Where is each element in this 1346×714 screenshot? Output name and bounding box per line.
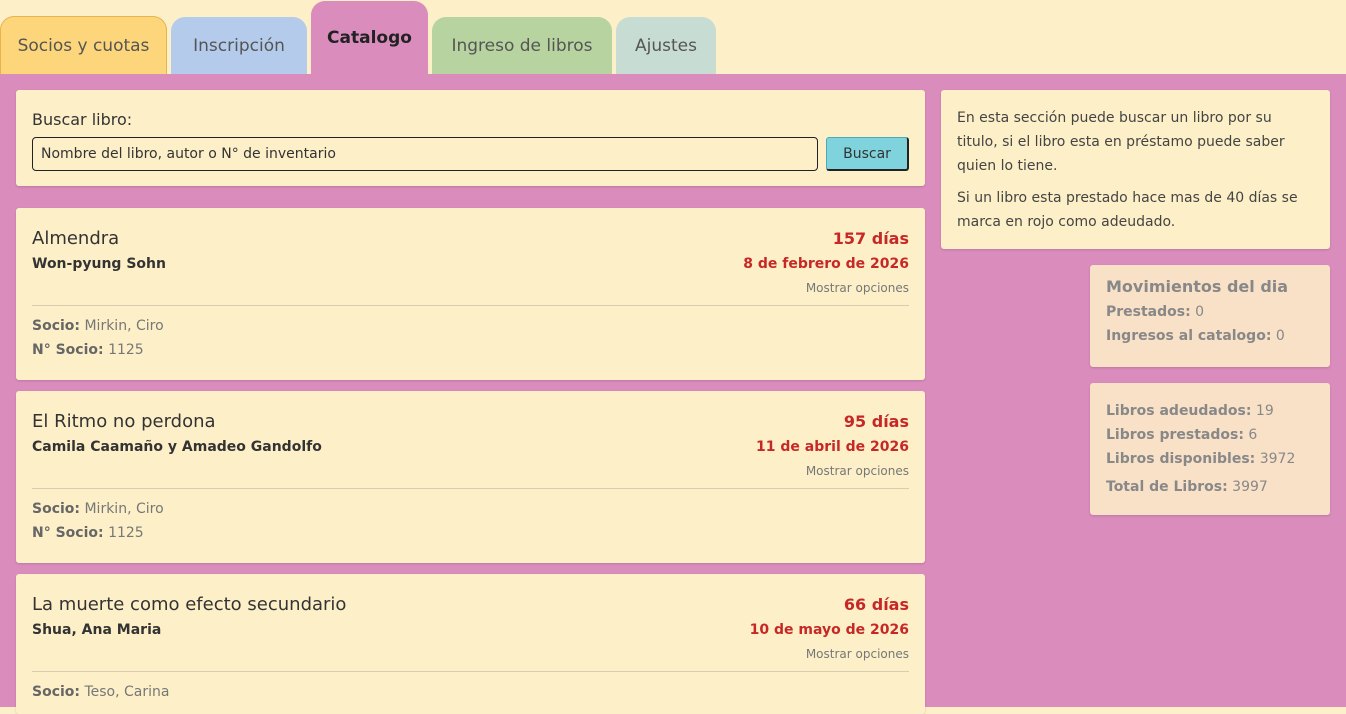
- stat-label: Ingresos al catalogo:: [1106, 328, 1272, 344]
- book-author: Won-pyung Sohn: [32, 256, 166, 272]
- show-options-link[interactable]: Mostrar opciones: [806, 647, 909, 661]
- tab-socios-y-cuotas[interactable]: Socios y cuotas: [0, 16, 167, 74]
- info-card: En esta sección puede buscar un libro po…: [941, 90, 1330, 249]
- stat-ingresos: Ingresos al catalogo: 0: [1106, 324, 1314, 348]
- search-button[interactable]: Buscar: [826, 137, 909, 171]
- tab-catalogo[interactable]: Catalogo: [311, 1, 428, 76]
- stat-label: Total de Libros:: [1106, 479, 1228, 495]
- book-card: Almendra Won-pyung Sohn 157 días 8 de fe…: [16, 208, 925, 380]
- show-options-link[interactable]: Mostrar opciones: [806, 464, 909, 478]
- book-author: Shua, Ana Maria: [32, 622, 162, 638]
- stat-label: Prestados:: [1106, 304, 1191, 320]
- totals-card: Libros adeudados: 19 Libros prestados: 6…: [1090, 383, 1330, 515]
- divider: [32, 305, 909, 306]
- search-label: Buscar libro:: [32, 110, 133, 129]
- socio-value: Teso, Carina: [84, 684, 170, 700]
- stat-label: Libros adeudados:: [1106, 403, 1252, 419]
- stat-value: 0: [1195, 304, 1205, 320]
- stat-prestados: Prestados: 0: [1106, 300, 1314, 324]
- divider: [32, 671, 909, 672]
- stat-total: Total de Libros: 3997: [1106, 475, 1314, 499]
- stat-value: 6: [1248, 427, 1258, 443]
- socio-label: Socio:: [32, 501, 81, 517]
- book-days-overdue: 157 días: [832, 229, 909, 248]
- nsocio-label: N° Socio:: [32, 342, 104, 358]
- stat-label: Libros disponibles:: [1106, 451, 1256, 467]
- book-due-date: 10 de mayo de 2026: [749, 622, 909, 638]
- daily-movements-card: Movimientos del dia Prestados: 0 Ingreso…: [1090, 265, 1330, 367]
- book-days-overdue: 66 días: [843, 595, 909, 614]
- book-nsocio: N° Socio: 1125: [32, 342, 144, 358]
- search-card: Buscar libro: Buscar: [16, 90, 925, 186]
- book-socio: Socio: Teso, Carina: [32, 684, 169, 700]
- catalog-panel: Buscar libro: Buscar Almendra Won-pyung …: [0, 74, 1346, 714]
- stat-disponibles: Libros disponibles: 3972: [1106, 447, 1314, 471]
- book-due-date: 11 de abril de 2026: [756, 439, 909, 455]
- movements-title: Movimientos del dia: [1106, 277, 1289, 296]
- info-text: Si un libro esta prestado hace mas de 40…: [957, 190, 1298, 230]
- book-title: El Ritmo no perdona: [32, 411, 216, 432]
- book-socio: Socio: Mirkin, Ciro: [32, 318, 164, 334]
- socio-label: Socio:: [32, 684, 81, 700]
- stat-value: 19: [1255, 403, 1274, 419]
- divider: [32, 488, 909, 489]
- tab-ajustes[interactable]: Ajustes: [616, 17, 716, 74]
- book-card: El Ritmo no perdona Camila Caamaño y Ama…: [16, 391, 925, 563]
- tab-inscripcion[interactable]: Inscripción: [171, 17, 307, 74]
- stat-value: 3972: [1259, 451, 1296, 467]
- stat-prestados: Libros prestados: 6: [1106, 423, 1314, 447]
- tab-bar: Socios y cuotas Inscripción Catalogo Ing…: [0, 0, 1346, 76]
- stat-value: 0: [1275, 328, 1285, 344]
- tab-ingreso-de-libros[interactable]: Ingreso de libros: [432, 17, 612, 74]
- book-author: Camila Caamaño y Amadeo Gandolfo: [32, 439, 322, 455]
- nsocio-label: N° Socio:: [32, 525, 104, 541]
- book-due-date: 8 de febrero de 2026: [743, 256, 909, 272]
- book-title: Almendra: [32, 228, 120, 249]
- stat-label: Libros prestados:: [1106, 427, 1244, 443]
- book-nsocio: N° Socio: 1125: [32, 525, 144, 541]
- stat-adeudados: Libros adeudados: 19: [1106, 399, 1314, 423]
- search-input[interactable]: [32, 137, 818, 171]
- socio-value: Mirkin, Ciro: [84, 501, 164, 517]
- show-options-link[interactable]: Mostrar opciones: [806, 281, 909, 295]
- stat-value: 3997: [1232, 479, 1268, 495]
- socio-value: Mirkin, Ciro: [84, 318, 164, 334]
- nsocio-value: 1125: [108, 525, 144, 541]
- socio-label: Socio:: [32, 318, 81, 334]
- nsocio-value: 1125: [108, 342, 144, 358]
- book-socio: Socio: Mirkin, Ciro: [32, 501, 164, 517]
- book-title: La muerte como efecto secundario: [32, 594, 347, 615]
- book-days-overdue: 95 días: [843, 412, 909, 431]
- info-text: En esta sección puede buscar un libro po…: [957, 110, 1285, 174]
- book-card: La muerte como efecto secundario Shua, A…: [16, 574, 925, 714]
